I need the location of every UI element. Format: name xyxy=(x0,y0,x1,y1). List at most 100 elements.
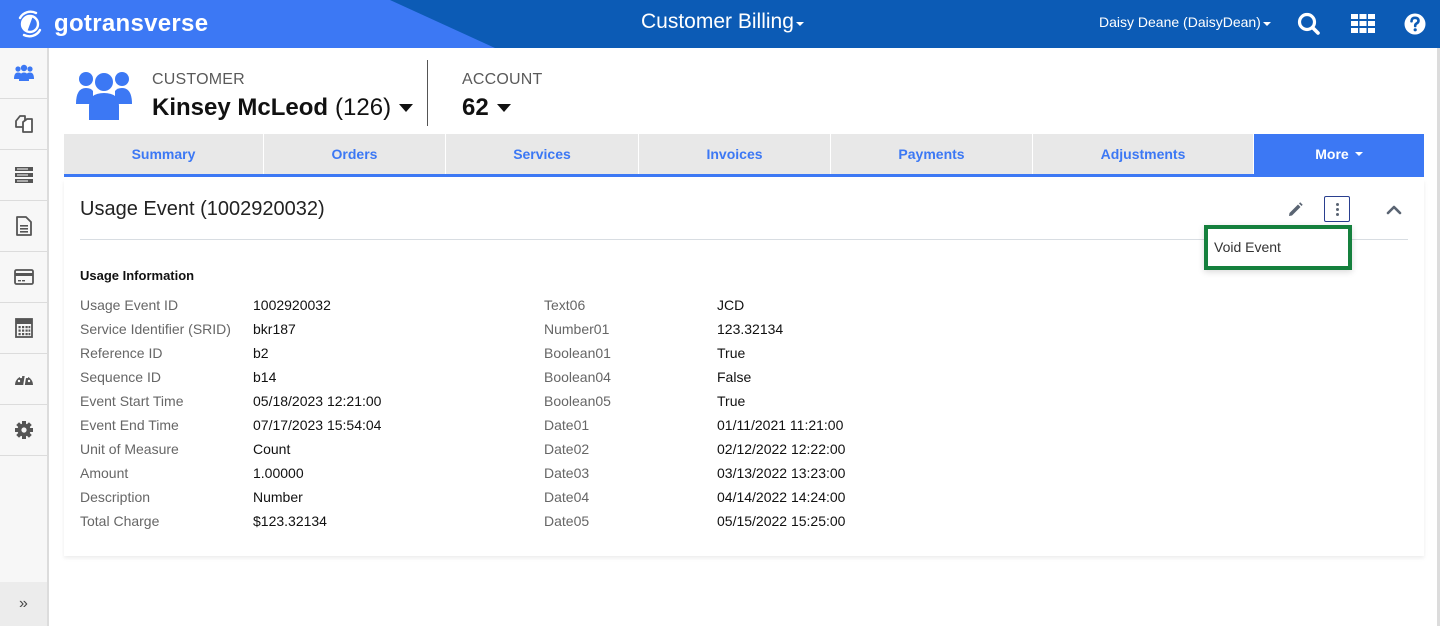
field-value: $123.32134 xyxy=(253,513,327,529)
field-value: 123.32134 xyxy=(717,321,784,337)
sidebar-expand-button[interactable]: » xyxy=(0,582,47,626)
caret-down-icon xyxy=(1262,21,1271,26)
sidebar: » xyxy=(0,48,49,626)
field-value: False xyxy=(717,369,752,385)
field-label: Text06 xyxy=(544,297,586,313)
more-actions-button[interactable] xyxy=(1324,196,1350,222)
sidebar-item-customers[interactable] xyxy=(0,48,47,99)
field-value: b2 xyxy=(253,345,269,361)
field-value: 02/12/2022 12:22:00 xyxy=(717,441,846,457)
tab-orders[interactable]: Orders xyxy=(264,134,446,174)
section-title: Usage Information xyxy=(80,268,195,283)
field-label: Amount xyxy=(80,465,129,481)
field-row: Unit of Measure Count xyxy=(80,437,381,461)
field-value: True xyxy=(717,345,746,361)
field-label: Date03 xyxy=(544,465,590,481)
customer-label: CUSTOMER xyxy=(152,71,245,88)
kebab-dot-icon xyxy=(1335,207,1339,211)
field-row: Number01 123.32134 xyxy=(544,317,845,341)
field-value: JCD xyxy=(717,297,745,313)
credit-card-icon xyxy=(13,269,34,285)
tab-more[interactable]: More xyxy=(1254,134,1424,174)
sidebar-item-settings[interactable] xyxy=(0,405,47,456)
dashboard-icon xyxy=(14,375,33,386)
tab-adjustments[interactable]: Adjustments xyxy=(1033,134,1254,174)
field-label: Number01 xyxy=(544,321,610,337)
field-value: Count xyxy=(253,441,291,457)
caret-down-icon xyxy=(496,104,511,112)
tab-invoices[interactable]: Invoices xyxy=(639,134,831,174)
brand-logo-link[interactable]: gotransverse xyxy=(14,8,208,40)
field-row: Text06 JCD xyxy=(544,293,845,317)
field-label: Reference ID xyxy=(80,345,163,361)
field-label: Unit of Measure xyxy=(80,441,179,457)
sidebar-item-payments[interactable] xyxy=(0,252,47,303)
customer-group-icon xyxy=(76,72,132,120)
field-value: 1.00000 xyxy=(253,465,304,481)
field-value: 05/18/2023 12:21:00 xyxy=(253,393,382,409)
field-row: Event Start Time 05/18/2023 12:21:00 xyxy=(80,389,381,413)
panel-title: Usage Event (1002920032) xyxy=(80,198,325,220)
brand-name: gotransverse xyxy=(54,10,209,37)
field-row: Description Number xyxy=(80,485,381,509)
field-row: Date04 04/14/2022 14:24:00 xyxy=(544,485,845,509)
field-row: Date02 02/12/2022 12:22:00 xyxy=(544,437,845,461)
apps-grid-icon[interactable] xyxy=(1350,11,1376,37)
actions-dropdown-menu: Void Event xyxy=(1204,225,1352,270)
gotransverse-logo-icon xyxy=(18,10,42,38)
tab-summary[interactable]: Summary xyxy=(64,134,264,174)
server-icon xyxy=(14,167,33,183)
field-row: Date05 05/15/2022 15:25:00 xyxy=(544,509,845,533)
customer-selector[interactable]: Kinsey McLeod (126) xyxy=(152,94,414,122)
caret-down-icon xyxy=(795,21,804,26)
customers-icon xyxy=(13,64,34,81)
usage-fields-right: Text06 JCD Number01 123.32134 Boolean01 Tru… xyxy=(544,293,845,533)
document-icon xyxy=(15,216,32,236)
field-label: Usage Event ID xyxy=(80,297,179,313)
field-label: Boolean04 xyxy=(544,369,611,385)
field-value: b14 xyxy=(253,369,277,385)
usage-event-panel: Usage Event (1002920032) Void Event Usag… xyxy=(64,180,1424,556)
field-row: Date01 01/11/2021 11:21:00 xyxy=(544,413,845,437)
field-value: 03/13/2022 13:23:00 xyxy=(717,465,846,481)
field-label: Sequence ID xyxy=(80,369,161,385)
field-row: Boolean05 True xyxy=(544,389,845,413)
field-label: Event Start Time xyxy=(80,393,184,409)
account-label: ACCOUNT xyxy=(462,71,543,88)
field-row: Date03 03/13/2022 13:23:00 xyxy=(544,461,845,485)
chevron-up-icon[interactable] xyxy=(1384,200,1404,220)
app-switcher[interactable]: Customer Billing xyxy=(641,10,804,34)
user-menu[interactable]: Daisy Deane (DaisyDean) xyxy=(1099,14,1271,30)
search-icon[interactable] xyxy=(1296,11,1322,37)
gear-icon xyxy=(14,421,33,439)
kebab-dot-icon xyxy=(1335,202,1339,206)
field-row: Boolean04 False xyxy=(544,365,845,389)
caret-down-icon xyxy=(399,104,414,112)
field-label: Boolean01 xyxy=(544,345,611,361)
field-row: Service Identifier (SRID) bkr187 xyxy=(80,317,381,341)
field-label: Event End Time xyxy=(80,417,179,433)
sidebar-item-documents[interactable] xyxy=(0,201,47,252)
field-value: 05/15/2022 15:25:00 xyxy=(717,513,846,529)
account-selector[interactable]: 62 xyxy=(462,94,511,122)
sidebar-item-services[interactable] xyxy=(0,150,47,201)
tab-services[interactable]: Services xyxy=(446,134,639,174)
caret-down-icon xyxy=(1354,152,1363,156)
sidebar-item-dashboard[interactable] xyxy=(0,354,47,405)
sidebar-item-calculator[interactable] xyxy=(0,303,47,354)
usage-fields-left: Usage Event ID 1002920032 Service Identif… xyxy=(80,293,381,533)
field-row: Amount 1.00000 xyxy=(80,461,381,485)
field-value: 01/11/2021 11:21:00 xyxy=(717,417,844,433)
menu-item-void-event[interactable]: Void Event xyxy=(1214,239,1281,255)
help-icon[interactable] xyxy=(1402,11,1428,37)
kebab-dot-icon xyxy=(1335,212,1339,216)
field-label: Total Charge xyxy=(80,513,160,529)
calculator-icon xyxy=(14,318,33,338)
pencil-icon[interactable] xyxy=(1285,200,1305,220)
copy-icon xyxy=(14,115,33,133)
tab-payments[interactable]: Payments xyxy=(831,134,1033,174)
field-label: Date05 xyxy=(544,513,590,529)
field-row: Usage Event ID 1002920032 xyxy=(80,293,381,317)
sidebar-item-copy[interactable] xyxy=(0,99,47,150)
field-label: Date02 xyxy=(544,441,590,457)
